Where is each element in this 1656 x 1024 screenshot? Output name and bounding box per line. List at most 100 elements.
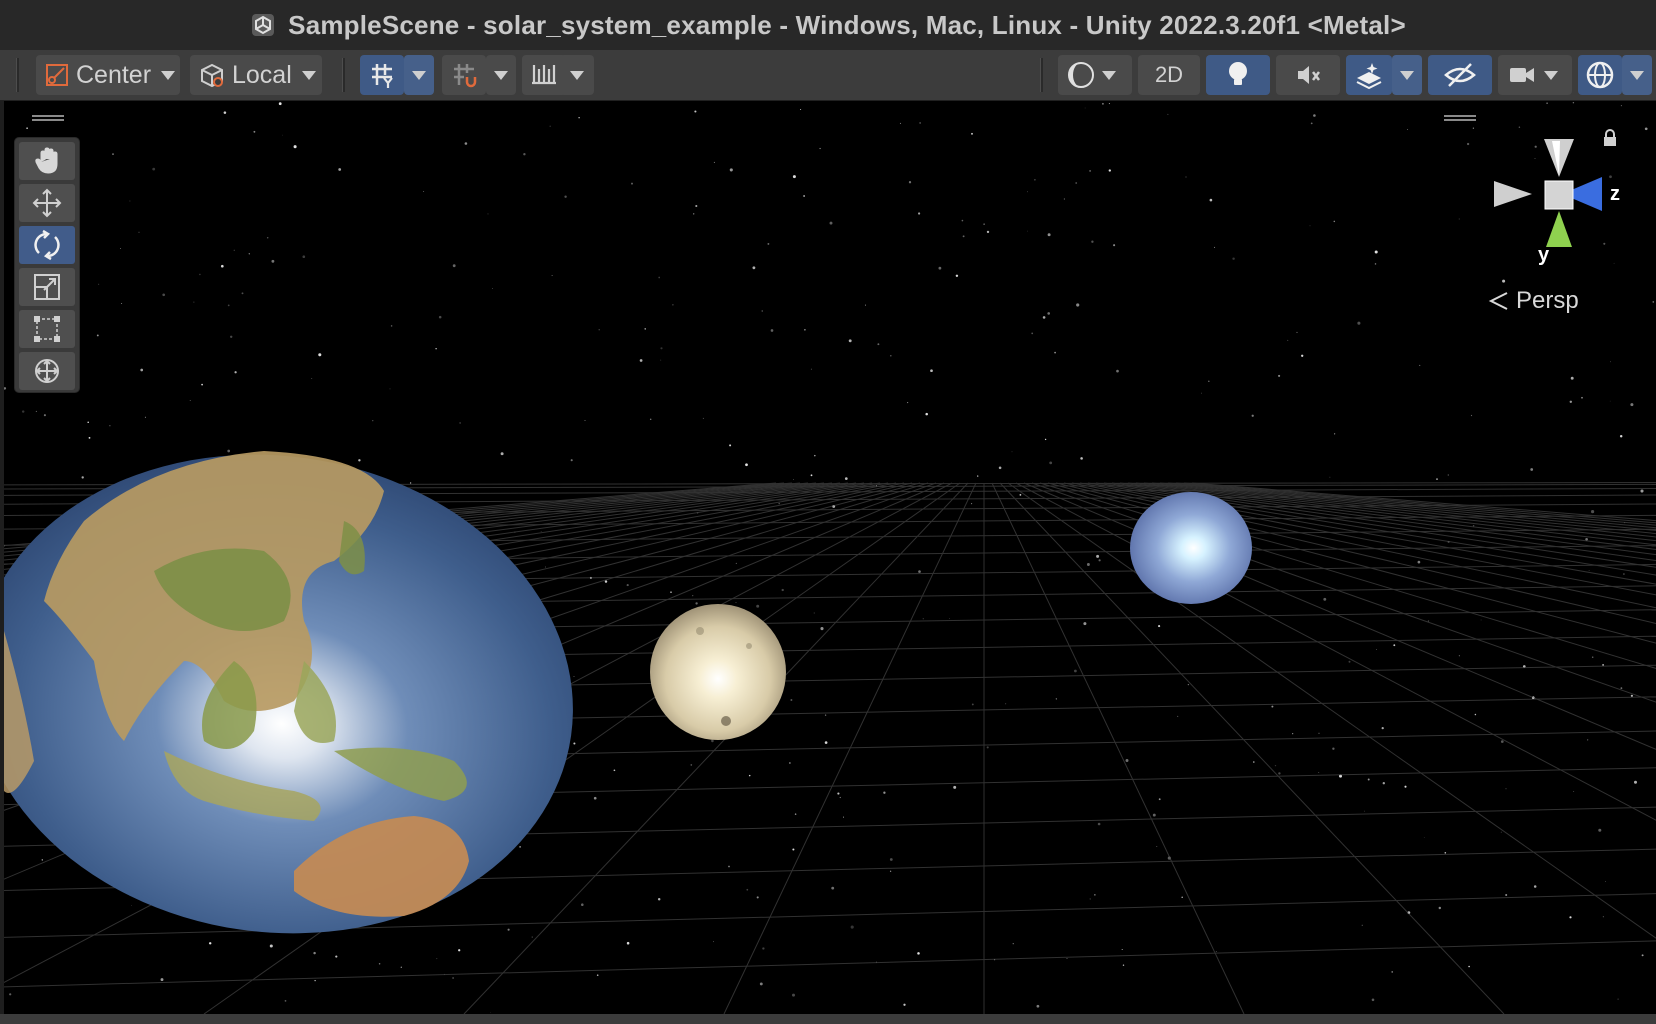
rotate-tool-button[interactable] (19, 226, 75, 264)
star (578, 117, 580, 119)
star (1005, 703, 1007, 705)
star (1505, 893, 1508, 897)
star (1271, 705, 1274, 708)
gizmos-toggle[interactable] (1578, 55, 1622, 95)
ice-planet-sphere[interactable] (1130, 492, 1252, 604)
projection-toggle[interactable]: Persp (1488, 287, 1579, 315)
star (112, 153, 114, 155)
star (693, 213, 695, 215)
hand-tool-button[interactable] (19, 142, 75, 180)
star (1569, 916, 1572, 919)
star (1034, 178, 1036, 181)
pivot-rotation-dropdown[interactable]: Local (190, 55, 322, 95)
star (890, 354, 892, 357)
toolbar-grip[interactable] (1040, 58, 1043, 92)
star (1278, 374, 1281, 377)
toolbar-grip[interactable] (16, 58, 19, 92)
star (389, 388, 391, 390)
star (4, 387, 7, 390)
star (1292, 733, 1294, 735)
effects-dropdown[interactable] (1392, 55, 1422, 95)
star (728, 865, 730, 868)
scene-viewport[interactable]: z y Persp (4, 101, 1656, 1014)
star (918, 570, 921, 573)
star (864, 304, 866, 306)
star (955, 274, 959, 278)
star (1310, 122, 1313, 125)
rect-tool-button[interactable] (19, 310, 75, 348)
star (839, 796, 841, 799)
star (695, 602, 698, 605)
gizmos-dropdown[interactable] (1622, 55, 1652, 95)
toggle-2d-button[interactable]: 2D (1138, 55, 1200, 95)
grid-snapping-toggle[interactable] (360, 55, 404, 95)
orientation-overlay-handle[interactable] (1444, 115, 1476, 121)
scene-visibility-toggle[interactable] (1428, 55, 1492, 95)
star (1652, 301, 1655, 303)
audio-toggle[interactable] (1276, 55, 1340, 95)
star (1054, 351, 1056, 354)
star (409, 482, 412, 484)
lighting-toggle[interactable] (1206, 55, 1270, 95)
unity-scene-icon (252, 14, 275, 36)
star (1458, 218, 1460, 220)
star (1027, 230, 1028, 232)
star (1602, 663, 1605, 666)
draw-mode-dropdown[interactable] (1058, 55, 1132, 95)
star (1177, 715, 1179, 717)
star (1634, 780, 1637, 784)
star (98, 283, 100, 285)
star (1609, 400, 1611, 402)
star (1427, 620, 1430, 622)
star (1417, 560, 1421, 564)
star (1381, 726, 1384, 730)
star (129, 200, 131, 202)
star (230, 335, 233, 338)
star (1588, 570, 1590, 572)
scale-tool-button[interactable] (19, 268, 75, 306)
toolbar-grip[interactable] (342, 58, 345, 92)
star (1546, 102, 1548, 105)
orientation-gizmo[interactable] (1484, 139, 1634, 279)
moon-sphere[interactable] (650, 604, 786, 740)
increment-snap-toggle[interactable] (442, 55, 486, 95)
shaded-sphere-icon (1068, 62, 1094, 88)
star (87, 421, 89, 423)
star (551, 275, 553, 277)
star (193, 301, 195, 303)
move-tool-button[interactable] (19, 184, 75, 222)
star (971, 132, 973, 135)
tools-overlay-handle[interactable] (32, 115, 64, 121)
star (1468, 965, 1470, 968)
star (131, 904, 132, 906)
star (570, 459, 573, 462)
star (284, 1000, 287, 1002)
transform-tool-button[interactable] (19, 352, 75, 390)
effects-toggle[interactable] (1346, 55, 1392, 95)
ruler-dropdown[interactable] (560, 55, 594, 95)
increment-snap-dropdown[interactable] (486, 55, 516, 95)
star (1301, 354, 1304, 357)
star (961, 219, 964, 222)
star (1581, 396, 1583, 399)
grid-snapping-dropdown[interactable] (404, 55, 434, 95)
star (293, 145, 297, 149)
star (792, 175, 796, 179)
pivot-mode-label: Center (76, 60, 152, 89)
star (1357, 321, 1361, 325)
star (1591, 510, 1595, 514)
grid-snap-icon (372, 64, 393, 88)
star (1309, 225, 1311, 227)
chevron-down-icon (161, 70, 176, 80)
star (1066, 957, 1068, 959)
star (199, 273, 201, 276)
camera-settings-dropdown[interactable] (1498, 55, 1572, 95)
star (1630, 403, 1634, 407)
star (227, 304, 230, 307)
pivot-mode-dropdown[interactable]: Center (36, 55, 180, 95)
star (800, 108, 802, 111)
star (850, 925, 854, 929)
star (581, 903, 584, 906)
star (1019, 494, 1022, 496)
star (626, 584, 629, 587)
